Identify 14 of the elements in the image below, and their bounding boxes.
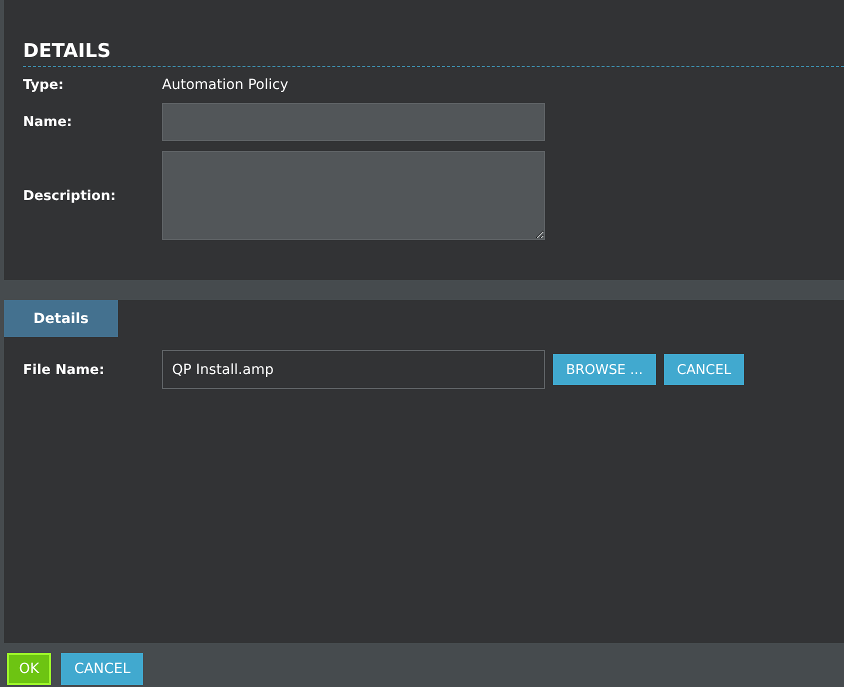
field-label: Type: xyxy=(23,77,65,93)
field-label: Name: xyxy=(23,114,74,130)
type-value: Automation Policy xyxy=(162,77,290,93)
field-label: File Name: xyxy=(23,362,106,378)
tab[interactable]: Details xyxy=(4,300,118,337)
name-field[interactable] xyxy=(162,103,545,141)
field-label: Description: xyxy=(23,188,117,204)
section-title: DETAILS xyxy=(23,40,844,67)
cancel-button[interactable]: CANCEL xyxy=(61,653,144,685)
description-field[interactable] xyxy=(162,151,545,240)
cancel-button[interactable]: CANCEL xyxy=(664,354,744,385)
browse-button[interactable]: BROWSE ... xyxy=(553,354,656,385)
file-name-field[interactable]: QP Install.amp xyxy=(162,350,545,389)
ok-button[interactable]: OK xyxy=(7,653,52,685)
